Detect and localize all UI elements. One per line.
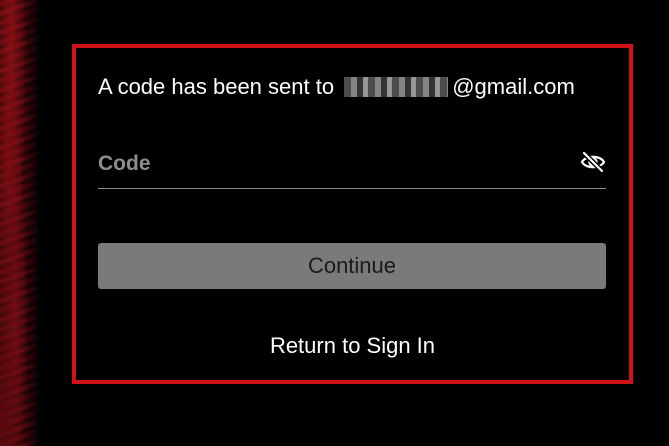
code-field bbox=[98, 144, 606, 189]
continue-button[interactable]: Continue bbox=[98, 243, 606, 289]
eye-slash-icon[interactable] bbox=[580, 150, 606, 174]
email-domain: @gmail.com bbox=[452, 74, 575, 99]
verification-card: A code has been sent to @gmail.com Conti… bbox=[72, 44, 633, 384]
redacted-email-username bbox=[344, 76, 449, 97]
code-input[interactable] bbox=[98, 144, 568, 184]
page: A code has been sent to @gmail.com Conti… bbox=[0, 0, 669, 446]
code-sent-prefix: A code has been sent to bbox=[98, 74, 335, 99]
code-sent-message: A code has been sent to @gmail.com bbox=[98, 72, 575, 102]
background-artwork bbox=[0, 0, 38, 446]
return-to-sign-in-link[interactable]: Return to Sign In bbox=[76, 333, 629, 359]
